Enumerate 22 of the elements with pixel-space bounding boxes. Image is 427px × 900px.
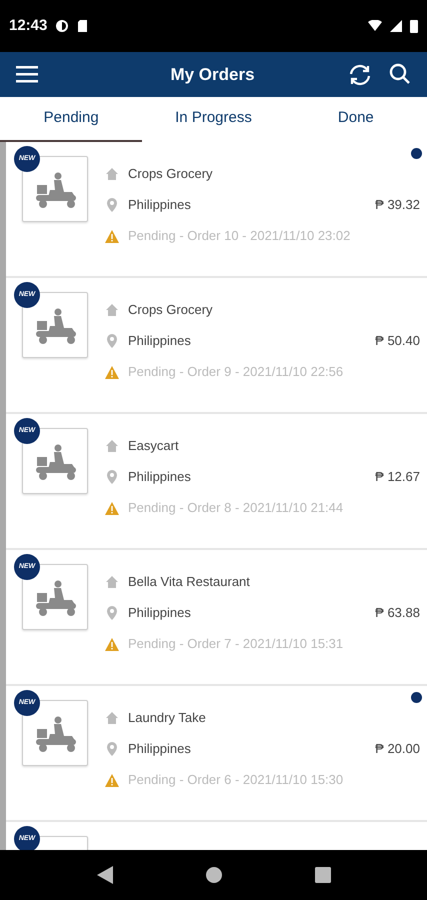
price: ₱ 63.88 <box>375 604 420 622</box>
store-name: Crops Grocery <box>128 300 213 319</box>
order-status: Pending - Order 8 - 2021/11/10 21:44 <box>128 498 344 517</box>
clock: 12:43 <box>9 16 48 36</box>
order-status: Pending - Order 7 - 2021/11/10 15:31 <box>128 634 344 653</box>
location-text: Philippines <box>128 468 191 486</box>
store-name: Easycart <box>128 436 179 455</box>
screen-title: My Orders <box>169 64 256 86</box>
price: ₱ 20.00 <box>375 740 420 758</box>
order-status: Pending - Order 10 - 2021/11/10 23:02 <box>128 226 350 245</box>
price: ₱ 12.67 <box>375 468 420 486</box>
store-name: Bella Vita Restaurant <box>128 572 250 591</box>
order-status: Pending - Order 9 - 2021/11/10 22:56 <box>128 362 344 381</box>
location-text: Philippines <box>128 196 191 214</box>
store-name: Crops Grocery <box>128 164 213 183</box>
price: ₱ 39.32 <box>375 196 420 214</box>
location-text: Philippines <box>128 604 191 622</box>
price: ₱ 50.40 <box>375 332 420 350</box>
location-text: Philippines <box>128 740 191 758</box>
location-text: Philippines <box>128 332 191 350</box>
order-status: Pending - Order 6 - 2021/11/10 15:30 <box>128 770 344 789</box>
store-name: Laundry Take <box>128 708 206 727</box>
